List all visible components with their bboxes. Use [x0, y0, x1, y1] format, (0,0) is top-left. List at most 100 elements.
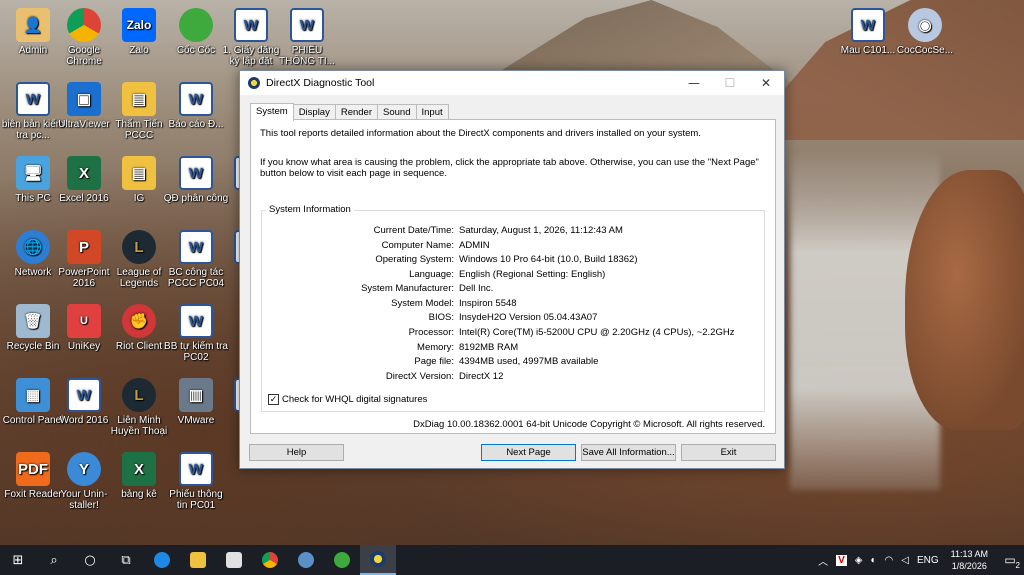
tab-system[interactable]: System: [250, 103, 294, 121]
taskbar: ⊞ ⌕ ○ ⧉ ︿ V ◈ ◐ ◠ ◁ ENG 11:13 AM 1/8/202…: [0, 545, 1024, 575]
info-key: BIOS:: [428, 312, 454, 323]
info-value: Windows 10 Pro 64-bit (10.0, Build 18362…: [459, 254, 638, 265]
desktop-icon[interactable]: ◉ CocCocSe...: [892, 8, 958, 56]
word-icon: W: [16, 82, 50, 116]
whql-checkbox[interactable]: ✓: [268, 394, 279, 405]
riot-icon: ✊: [122, 304, 156, 338]
notification-center-icon[interactable]: ▭ 2: [996, 545, 1024, 575]
security-tray-icon[interactable]: ◈: [855, 555, 863, 566]
lol-icon: L: [122, 378, 156, 412]
cortana-icon[interactable]: ○: [72, 545, 108, 575]
info-row-processor: Processor: Intel(R) Core(TM) i5-5200U CP…: [262, 327, 762, 341]
search-icon[interactable]: ⌕: [36, 545, 72, 575]
window-title: DirectX Diagnostic Tool: [266, 77, 375, 89]
info-value: InsydeH2O Version 05.04.43A07: [459, 312, 598, 323]
info-row-page-file: Page file: 4394MB used, 4997MB available: [262, 356, 762, 370]
whql-label: Check for WHQL digital signatures: [282, 394, 428, 405]
version-copyright: DxDiag 10.00.18362.0001 64-bit Unicode C…: [413, 419, 765, 430]
info-key: Processor:: [408, 327, 454, 338]
minimize-button[interactable]: —: [676, 71, 712, 95]
exit-button[interactable]: Exit: [681, 444, 776, 461]
system-tray: ︿ V ◈ ◐ ◠ ◁ ENG 11:13 AM 1/8/2026 ▭ 2: [814, 545, 1024, 575]
pc-icon: 🖥: [16, 156, 50, 190]
next-page-button[interactable]: Next Page: [481, 444, 576, 461]
unikey-icon: U: [67, 304, 101, 338]
save-all-information-button[interactable]: Save All Information...: [581, 444, 676, 461]
info-value: 8192MB RAM: [459, 342, 519, 353]
start-button[interactable]: ⊞: [0, 545, 36, 575]
edge-taskbar-icon[interactable]: [144, 545, 180, 575]
tab-render[interactable]: Render: [334, 104, 379, 120]
excel-icon: X: [122, 452, 156, 486]
info-value: English (Regional Setting: English): [459, 269, 606, 280]
info-value: ADMIN: [459, 240, 490, 251]
desktop-icon[interactable]: W BB tự kiểm tra PC02: [163, 304, 229, 363]
tab-display[interactable]: Display: [292, 104, 336, 120]
coccoc-taskbar-icon[interactable]: [324, 545, 360, 575]
unikey-tray-icon[interactable]: V: [836, 554, 847, 566]
info-key: Memory:: [417, 342, 454, 353]
system-information-group: System Information Current Date/Time: Sa…: [261, 204, 765, 412]
system-tab-panel: This tool reports detailed information a…: [250, 119, 776, 434]
word-icon: W: [179, 156, 213, 190]
clock[interactable]: 11:13 AM 1/8/2026: [951, 548, 988, 572]
title-bar[interactable]: DirectX Diagnostic Tool — ☐ ✕: [240, 71, 784, 95]
chrome-icon: [67, 8, 101, 42]
tab-sound[interactable]: Sound: [377, 104, 417, 120]
clock-time: 11:13 AM: [950, 549, 988, 559]
directx-app-icon: [248, 77, 260, 89]
wallpaper-rock: [905, 170, 1024, 430]
instructions-text: If you know what area is causing the pro…: [260, 157, 759, 179]
info-key: DirectX Version:: [385, 371, 454, 382]
wifi-tray-icon[interactable]: ◠: [885, 555, 894, 566]
foxit-icon: PDF: [16, 452, 50, 486]
desktop-icon-label: PHIẾU THÔNG TI...: [279, 45, 335, 67]
desktop-icon-label: BB tự kiểm tra PC02: [164, 341, 228, 363]
volume-tray-icon[interactable]: ◁: [901, 555, 909, 566]
tab-strip: System Display Render Sound Input: [250, 103, 449, 121]
desktop-icon-label: Báo cáo Đ...: [168, 119, 224, 130]
ultra-icon: ▣: [67, 82, 101, 116]
info-key: Operating System:: [375, 254, 454, 265]
net-icon: 🌐: [16, 230, 50, 264]
word-icon: W: [179, 230, 213, 264]
info-row-os: Operating System: Windows 10 Pro 64-bit …: [262, 254, 762, 268]
word-icon: W: [179, 82, 213, 116]
globe-taskbar-icon[interactable]: [288, 545, 324, 575]
maximize-button[interactable]: ☐: [712, 71, 748, 95]
coccoc-icon: [179, 8, 213, 42]
task-view-icon[interactable]: ⧉: [108, 545, 144, 575]
word-icon: W: [67, 378, 101, 412]
network-tray-icon[interactable]: ◐: [870, 555, 876, 566]
help-button[interactable]: Help: [249, 444, 344, 461]
ppt-icon: P: [67, 230, 101, 264]
info-value: Saturday, August 1, 2026, 11:12:43 AM: [459, 225, 623, 236]
info-key: Language:: [409, 269, 454, 280]
tray-chevron-icon[interactable]: ︿: [818, 553, 828, 568]
directx-taskbar-icon[interactable]: [360, 545, 396, 575]
info-row-memory: Memory: 8192MB RAM: [262, 342, 762, 356]
clock-date: 1/8/2026: [951, 561, 987, 571]
info-row-model: System Model: Inspiron 5548: [262, 298, 762, 312]
cpanel-icon: ▦: [16, 378, 50, 412]
close-button[interactable]: ✕: [748, 71, 784, 95]
file-explorer-taskbar-icon[interactable]: [180, 545, 216, 575]
desktop-icon[interactable]: W Báo cáo Đ...: [163, 82, 229, 130]
desktop-icon[interactable]: W Phiếu thông tin PC01: [163, 452, 229, 511]
info-row-manufacturer: System Manufacturer: Dell Inc.: [262, 283, 762, 297]
excel-icon: X: [67, 156, 101, 190]
word-icon: W: [851, 8, 885, 42]
whql-checkbox-row[interactable]: ✓ Check for WHQL digital signatures: [268, 394, 427, 405]
zalo-icon: Zalo: [122, 8, 156, 42]
store-taskbar-icon[interactable]: [216, 545, 252, 575]
info-value: Intel(R) Core(TM) i5-5200U CPU @ 2.20GHz…: [459, 327, 735, 338]
chrome-taskbar-icon[interactable]: [252, 545, 288, 575]
language-indicator[interactable]: ENG: [917, 555, 939, 566]
user-icon: 👤: [16, 8, 50, 42]
bin-icon: 🗑: [16, 304, 50, 338]
desktop-icon[interactable]: W PHIẾU THÔNG TI...: [274, 8, 340, 67]
info-value: DirectX 12: [459, 371, 504, 382]
tab-input[interactable]: Input: [415, 104, 449, 120]
cdrom-icon: ◉: [908, 8, 942, 42]
folder-icon: ▤: [122, 156, 156, 190]
